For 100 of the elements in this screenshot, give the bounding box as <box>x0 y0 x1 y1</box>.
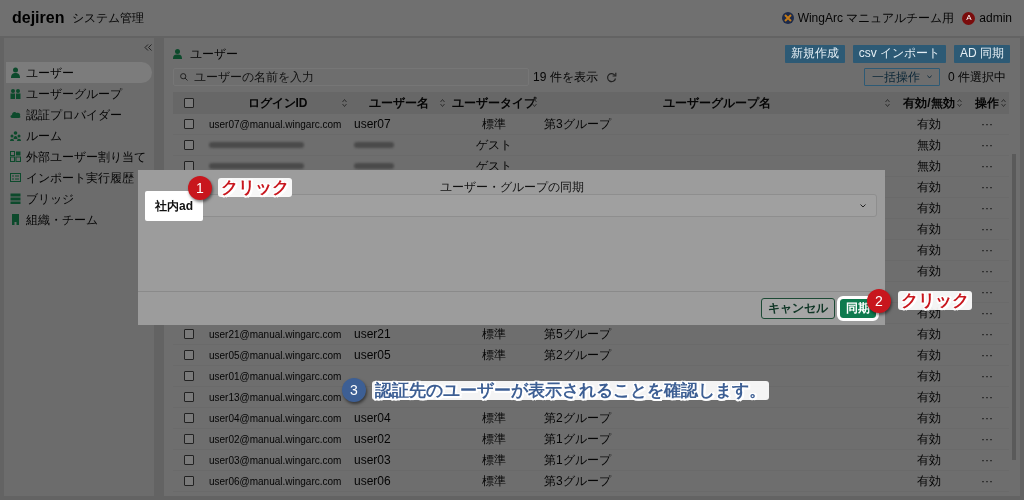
sort-icon <box>342 99 347 107</box>
user-name[interactable]: admin <box>979 9 1012 27</box>
organization-logo-icon <box>781 12 794 24</box>
more-menu[interactable]: ··· <box>981 451 993 469</box>
more-menu[interactable]: ··· <box>981 220 993 238</box>
table-cell-text: 有効 <box>917 452 941 469</box>
table-cell-text: user04 <box>354 410 391 427</box>
more-menu[interactable]: ··· <box>981 304 993 322</box>
more-menu[interactable]: ··· <box>981 178 993 196</box>
checkbox[interactable] <box>184 476 194 486</box>
sidebar-item[interactable]: インポート実行履歴 <box>6 167 152 188</box>
more-menu[interactable]: ··· <box>981 367 993 385</box>
table-cell-text: user04@manual.wingarc.com <box>209 411 342 426</box>
more-menu[interactable]: ··· <box>981 115 993 133</box>
cancel-button[interactable]: キャンセル <box>761 297 835 320</box>
checkbox[interactable] <box>184 98 194 108</box>
more-menu[interactable]: ··· <box>981 262 993 280</box>
more-menu[interactable]: ··· <box>981 136 993 154</box>
table-cell-text: user05@manual.wingarc.com <box>209 348 342 363</box>
chevron-icon <box>927 75 932 79</box>
table-cell-text: 有効 <box>917 389 941 406</box>
refresh-icon[interactable] <box>605 71 617 83</box>
page-title: ユーザー <box>190 46 238 63</box>
more-menu[interactable]: ··· <box>981 157 993 175</box>
checkbox[interactable] <box>184 140 194 150</box>
more-menu[interactable]: ··· <box>981 241 993 259</box>
table-cell-text: 有効 <box>917 347 941 364</box>
table-cell-text: 標準 <box>482 473 506 490</box>
more-menu[interactable]: ··· <box>981 472 993 490</box>
table-cell-text: user03@manual.wingarc.com <box>209 453 342 468</box>
table-cell-text: 有効 <box>917 263 941 280</box>
checkbox[interactable] <box>184 392 194 402</box>
toolbar-button[interactable]: 新規作成 <box>784 45 845 63</box>
table-cell-text: 有効 <box>917 179 941 196</box>
table-cell-text: 無効 <box>917 158 941 175</box>
checkbox[interactable] <box>184 371 194 381</box>
table-cell-text: 有効 <box>917 200 941 217</box>
checkbox[interactable] <box>184 434 194 444</box>
person-icon <box>10 67 21 78</box>
more-menu[interactable]: ··· <box>981 283 993 301</box>
table-cell-text: 有効 <box>917 326 941 343</box>
sidebar-item[interactable]: ユーザーグループ <box>6 83 152 104</box>
table-cell-text: user02 <box>354 431 391 448</box>
more-menu[interactable]: ··· <box>981 199 993 217</box>
table-cell-text: user21@manual.wingarc.com <box>209 327 342 342</box>
table-cell-text: 有効 <box>917 431 941 448</box>
table-cell-text: user06 <box>354 473 391 490</box>
toolbar-button[interactable]: csv インポート <box>852 45 946 63</box>
sort-icon <box>885 99 890 107</box>
table-cell-text: 有効 <box>917 221 941 238</box>
cloud-icon <box>10 109 21 120</box>
sort-icon <box>1001 99 1006 107</box>
table-cell-text: 標準 <box>482 452 506 469</box>
table-cell-text: 第2グループ <box>544 347 611 364</box>
app-title: システム管理 <box>72 10 145 27</box>
avatar[interactable]: A <box>962 11 976 25</box>
checkbox[interactable] <box>184 119 194 129</box>
checkbox[interactable] <box>184 455 194 465</box>
table-cell-text: user03 <box>354 452 391 469</box>
sort-icon <box>532 99 537 107</box>
table-cell-text: 第1グループ <box>544 431 611 448</box>
table-cell-text: user13@manual.wingarc.com <box>209 390 342 405</box>
more-menu[interactable]: ··· <box>981 430 993 448</box>
more-menu[interactable]: ··· <box>981 388 993 406</box>
table-cell-text: 第1グループ <box>544 452 611 469</box>
sort-icon <box>957 99 962 107</box>
sidebar-item[interactable]: ルーム <box>6 125 152 146</box>
table-cell-text: 有効 <box>917 242 941 259</box>
list-icon <box>10 172 21 183</box>
more-menu[interactable]: ··· <box>981 409 993 427</box>
checkbox[interactable] <box>184 413 194 423</box>
table-cell-text: user02@manual.wingarc.com <box>209 432 342 447</box>
sidebar-item[interactable]: 認証プロバイダー <box>6 104 152 125</box>
sidebar-item[interactable]: 外部ユーザー割り当て <box>6 146 152 167</box>
toolbar-button[interactable]: AD 同期 <box>954 45 1010 63</box>
search-field[interactable]: ユーザーの名前を入力 <box>173 68 529 86</box>
annotation-text: クリック <box>218 178 292 197</box>
collapse-icon <box>144 44 152 51</box>
table-cell-text: 標準 <box>482 431 506 448</box>
bulk-action-select[interactable]: 一括操作 <box>864 68 940 86</box>
sidebar-item[interactable]: ユーザー <box>6 62 152 83</box>
more-menu[interactable]: ··· <box>981 346 993 364</box>
table-cell-text: 標準 <box>482 116 506 133</box>
table-cell-text: 無効 <box>917 137 941 154</box>
table-cell-text: 第2グループ <box>544 410 611 427</box>
building-icon <box>10 214 21 225</box>
people-icon <box>10 88 21 99</box>
table-cell-text: 標準 <box>482 347 506 364</box>
logo: dejiren <box>12 8 65 28</box>
organization-name[interactable]: WingArc マニュアルチーム用 <box>797 9 955 27</box>
checkbox[interactable] <box>184 350 194 360</box>
dialog-title: ユーザー・グループの同期 <box>439 180 584 194</box>
more-menu[interactable]: ··· <box>981 325 993 343</box>
table-cell-text: 有効 <box>917 473 941 490</box>
server-icon <box>10 193 21 204</box>
table-cell-text: user06@manual.wingarc.com <box>209 474 342 489</box>
checkbox[interactable] <box>184 329 194 339</box>
table-cell-text: user05 <box>354 347 391 364</box>
annotation-text: クリック <box>898 291 972 310</box>
table-cell-text: user21 <box>354 326 391 343</box>
